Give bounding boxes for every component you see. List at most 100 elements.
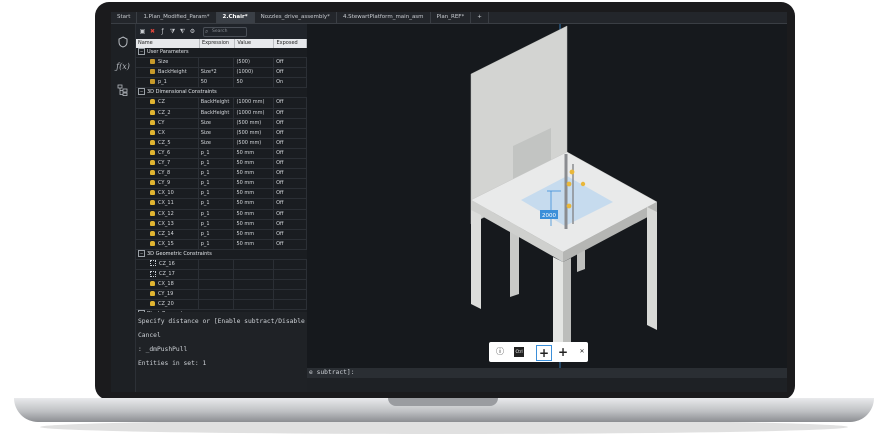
parameter-expression[interactable] xyxy=(199,58,235,68)
parameter-exposed[interactable]: Off xyxy=(274,138,307,148)
parameter-value[interactable]: (500 mm) xyxy=(234,118,275,128)
tab-start[interactable]: Start xyxy=(111,12,138,23)
parameter-expression[interactable]: Size xyxy=(199,138,235,148)
parameter-value[interactable] xyxy=(234,300,275,310)
parameter-value[interactable] xyxy=(234,290,275,300)
table-row[interactable]: CZ_5 Size (500 mm) Off xyxy=(136,138,307,149)
table-row[interactable]: CZ_16 xyxy=(136,259,307,271)
tab-chair[interactable]: 2.Chair* xyxy=(216,12,255,23)
parameter-value[interactable]: 50 mm xyxy=(234,219,275,229)
table-row[interactable]: CY_9 p_1 50 mm Off xyxy=(136,179,307,190)
parameter-value[interactable] xyxy=(234,259,275,270)
parameter-expression[interactable]: p_1 xyxy=(199,209,235,219)
parameter-exposed[interactable]: Off xyxy=(274,189,307,199)
tab-stewart-platform[interactable]: 4.StewartPlatform_main_asm xyxy=(337,12,431,23)
table-row[interactable]: CX_13 p_1 50 mm Off xyxy=(136,219,307,230)
table-row[interactable]: CX_11 p_1 50 mm Off xyxy=(136,199,307,210)
parameter-value[interactable]: (500 mm) xyxy=(234,138,275,148)
table-row[interactable]: CX_15 p_1 50 mm Off xyxy=(136,239,307,250)
parameter-exposed[interactable]: Off xyxy=(274,128,307,138)
parameter-value[interactable]: 50 mm xyxy=(234,169,275,179)
parameter-exposed[interactable]: On xyxy=(274,78,307,88)
table-row[interactable]: CY_7 p_1 50 mm Off xyxy=(136,159,307,170)
table-group-row[interactable]: − User Parameters xyxy=(136,48,307,59)
parameter-value[interactable]: 50 mm xyxy=(234,189,275,199)
command-input[interactable]: e subtract]: xyxy=(307,368,787,378)
parameter-exposed[interactable]: Off xyxy=(274,68,307,78)
parameter-exposed[interactable]: Off xyxy=(274,239,307,249)
parameter-expression[interactable]: p_1 xyxy=(199,159,235,169)
parameter-exposed[interactable]: Off xyxy=(274,199,307,209)
parameter-exposed[interactable]: Off xyxy=(274,219,307,229)
parameter-expression[interactable]: p_1 xyxy=(199,219,235,229)
table-group-row[interactable]: −3D Geometric Constraints xyxy=(136,249,307,260)
collapse-icon[interactable]: − xyxy=(138,88,145,96)
table-row[interactable]: CZ BackHeight (1000 mm) Off xyxy=(136,98,307,109)
parameter-expression[interactable]: p_1 xyxy=(199,189,235,199)
parameter-value[interactable]: 50 mm xyxy=(234,159,275,169)
parameter-expression[interactable]: p_1 xyxy=(199,179,235,189)
parameter-value[interactable]: 50 mm xyxy=(234,199,275,209)
filter-clear-icon[interactable]: ⧨ xyxy=(179,28,186,36)
collapse-icon[interactable]: − xyxy=(138,249,145,257)
parameter-exposed[interactable] xyxy=(274,280,307,290)
parameter-value[interactable]: (500) xyxy=(234,58,275,68)
parameter-value[interactable]: (1000 mm) xyxy=(234,108,275,118)
parameter-value[interactable]: 50 mm xyxy=(234,179,275,189)
table-row[interactable]: CY_19 xyxy=(136,290,307,301)
shield-icon[interactable] xyxy=(116,36,130,50)
tab-plan-modified-param[interactable]: 1.Plan_Modified_Param* xyxy=(137,12,217,23)
hierarchy-icon[interactable] xyxy=(116,84,130,98)
parameter-expression[interactable] xyxy=(199,280,235,290)
parameter-exposed[interactable] xyxy=(274,270,307,280)
parameter-value[interactable]: 50 xyxy=(234,78,275,88)
parameter-expression[interactable]: Size xyxy=(199,118,235,128)
table-row[interactable]: CX Size (500 mm) Off xyxy=(136,128,307,139)
parameter-value[interactable] xyxy=(234,270,275,280)
parameter-value[interactable]: (1000) xyxy=(234,68,275,78)
filter-icon[interactable]: ⧩ xyxy=(169,28,176,36)
parameter-exposed[interactable] xyxy=(274,290,307,300)
search-input[interactable]: Search xyxy=(203,26,247,37)
parameter-exposed[interactable]: Off xyxy=(274,98,307,108)
column-expression[interactable]: Expression xyxy=(200,39,236,48)
parameter-exposed[interactable]: Off xyxy=(274,148,307,159)
parameter-value[interactable]: 50 mm xyxy=(234,148,275,159)
table-row[interactable]: CZ_2 BackHeight (1000 mm) Off xyxy=(136,108,307,119)
tab-plan-ref[interactable]: Plan_REF* xyxy=(431,12,472,23)
parameter-value[interactable] xyxy=(234,280,275,290)
table-row[interactable]: CZ_20 xyxy=(136,300,307,311)
parameter-expression[interactable] xyxy=(199,290,235,300)
parameter-value[interactable]: (1000 mm) xyxy=(234,98,275,108)
new-parameter-icon[interactable]: ▣ xyxy=(139,28,146,35)
parameter-expression[interactable]: Size xyxy=(199,128,235,138)
table-row[interactable]: CY_8 p_1 50 mm Off xyxy=(136,169,307,180)
parameter-exposed[interactable]: Off xyxy=(274,159,307,169)
parameter-exposed[interactable]: Off xyxy=(274,118,307,128)
table-row[interactable]: BackHeight Size*2 (1000) Off xyxy=(136,68,307,79)
fx-add-icon[interactable]: ƒ xyxy=(159,28,166,35)
parameter-exposed[interactable] xyxy=(274,259,307,270)
table-row[interactable]: CX_12 p_1 50 mm Off xyxy=(136,209,307,220)
parameter-exposed[interactable]: Off xyxy=(274,209,307,219)
column-name[interactable]: Name xyxy=(136,39,200,48)
parameter-exposed[interactable] xyxy=(274,300,307,310)
parameter-expression[interactable]: 50 xyxy=(199,78,235,88)
table-row[interactable]: Size (500) Off xyxy=(136,58,307,69)
tab-nozzles-drive-assembly[interactable]: Nozzles_drive_assembly* xyxy=(255,12,337,23)
table-row[interactable]: CY Size (500 mm) Off xyxy=(136,118,307,129)
parameter-expression[interactable]: p_1 xyxy=(199,239,235,249)
parameter-expression[interactable]: p_1 xyxy=(199,148,235,159)
add-icon[interactable]: + xyxy=(556,345,570,359)
ctrl-key-button[interactable]: Ctrl xyxy=(514,347,524,357)
parameter-exposed[interactable]: Off xyxy=(274,229,307,239)
table-row[interactable]: CZ_14 p_1 50 mm Off xyxy=(136,229,307,240)
parameter-exposed[interactable]: Off xyxy=(274,108,307,118)
parameter-exposed[interactable]: Off xyxy=(274,179,307,189)
info-icon[interactable]: ⓘ xyxy=(493,345,507,359)
parameter-value[interactable]: (500 mm) xyxy=(234,128,275,138)
parameter-expression[interactable] xyxy=(199,259,235,270)
parameter-expression[interactable] xyxy=(199,300,235,310)
function-icon[interactable]: ƒ(x) xyxy=(116,60,130,74)
3d-viewport[interactable]: 2000 xyxy=(307,24,787,368)
